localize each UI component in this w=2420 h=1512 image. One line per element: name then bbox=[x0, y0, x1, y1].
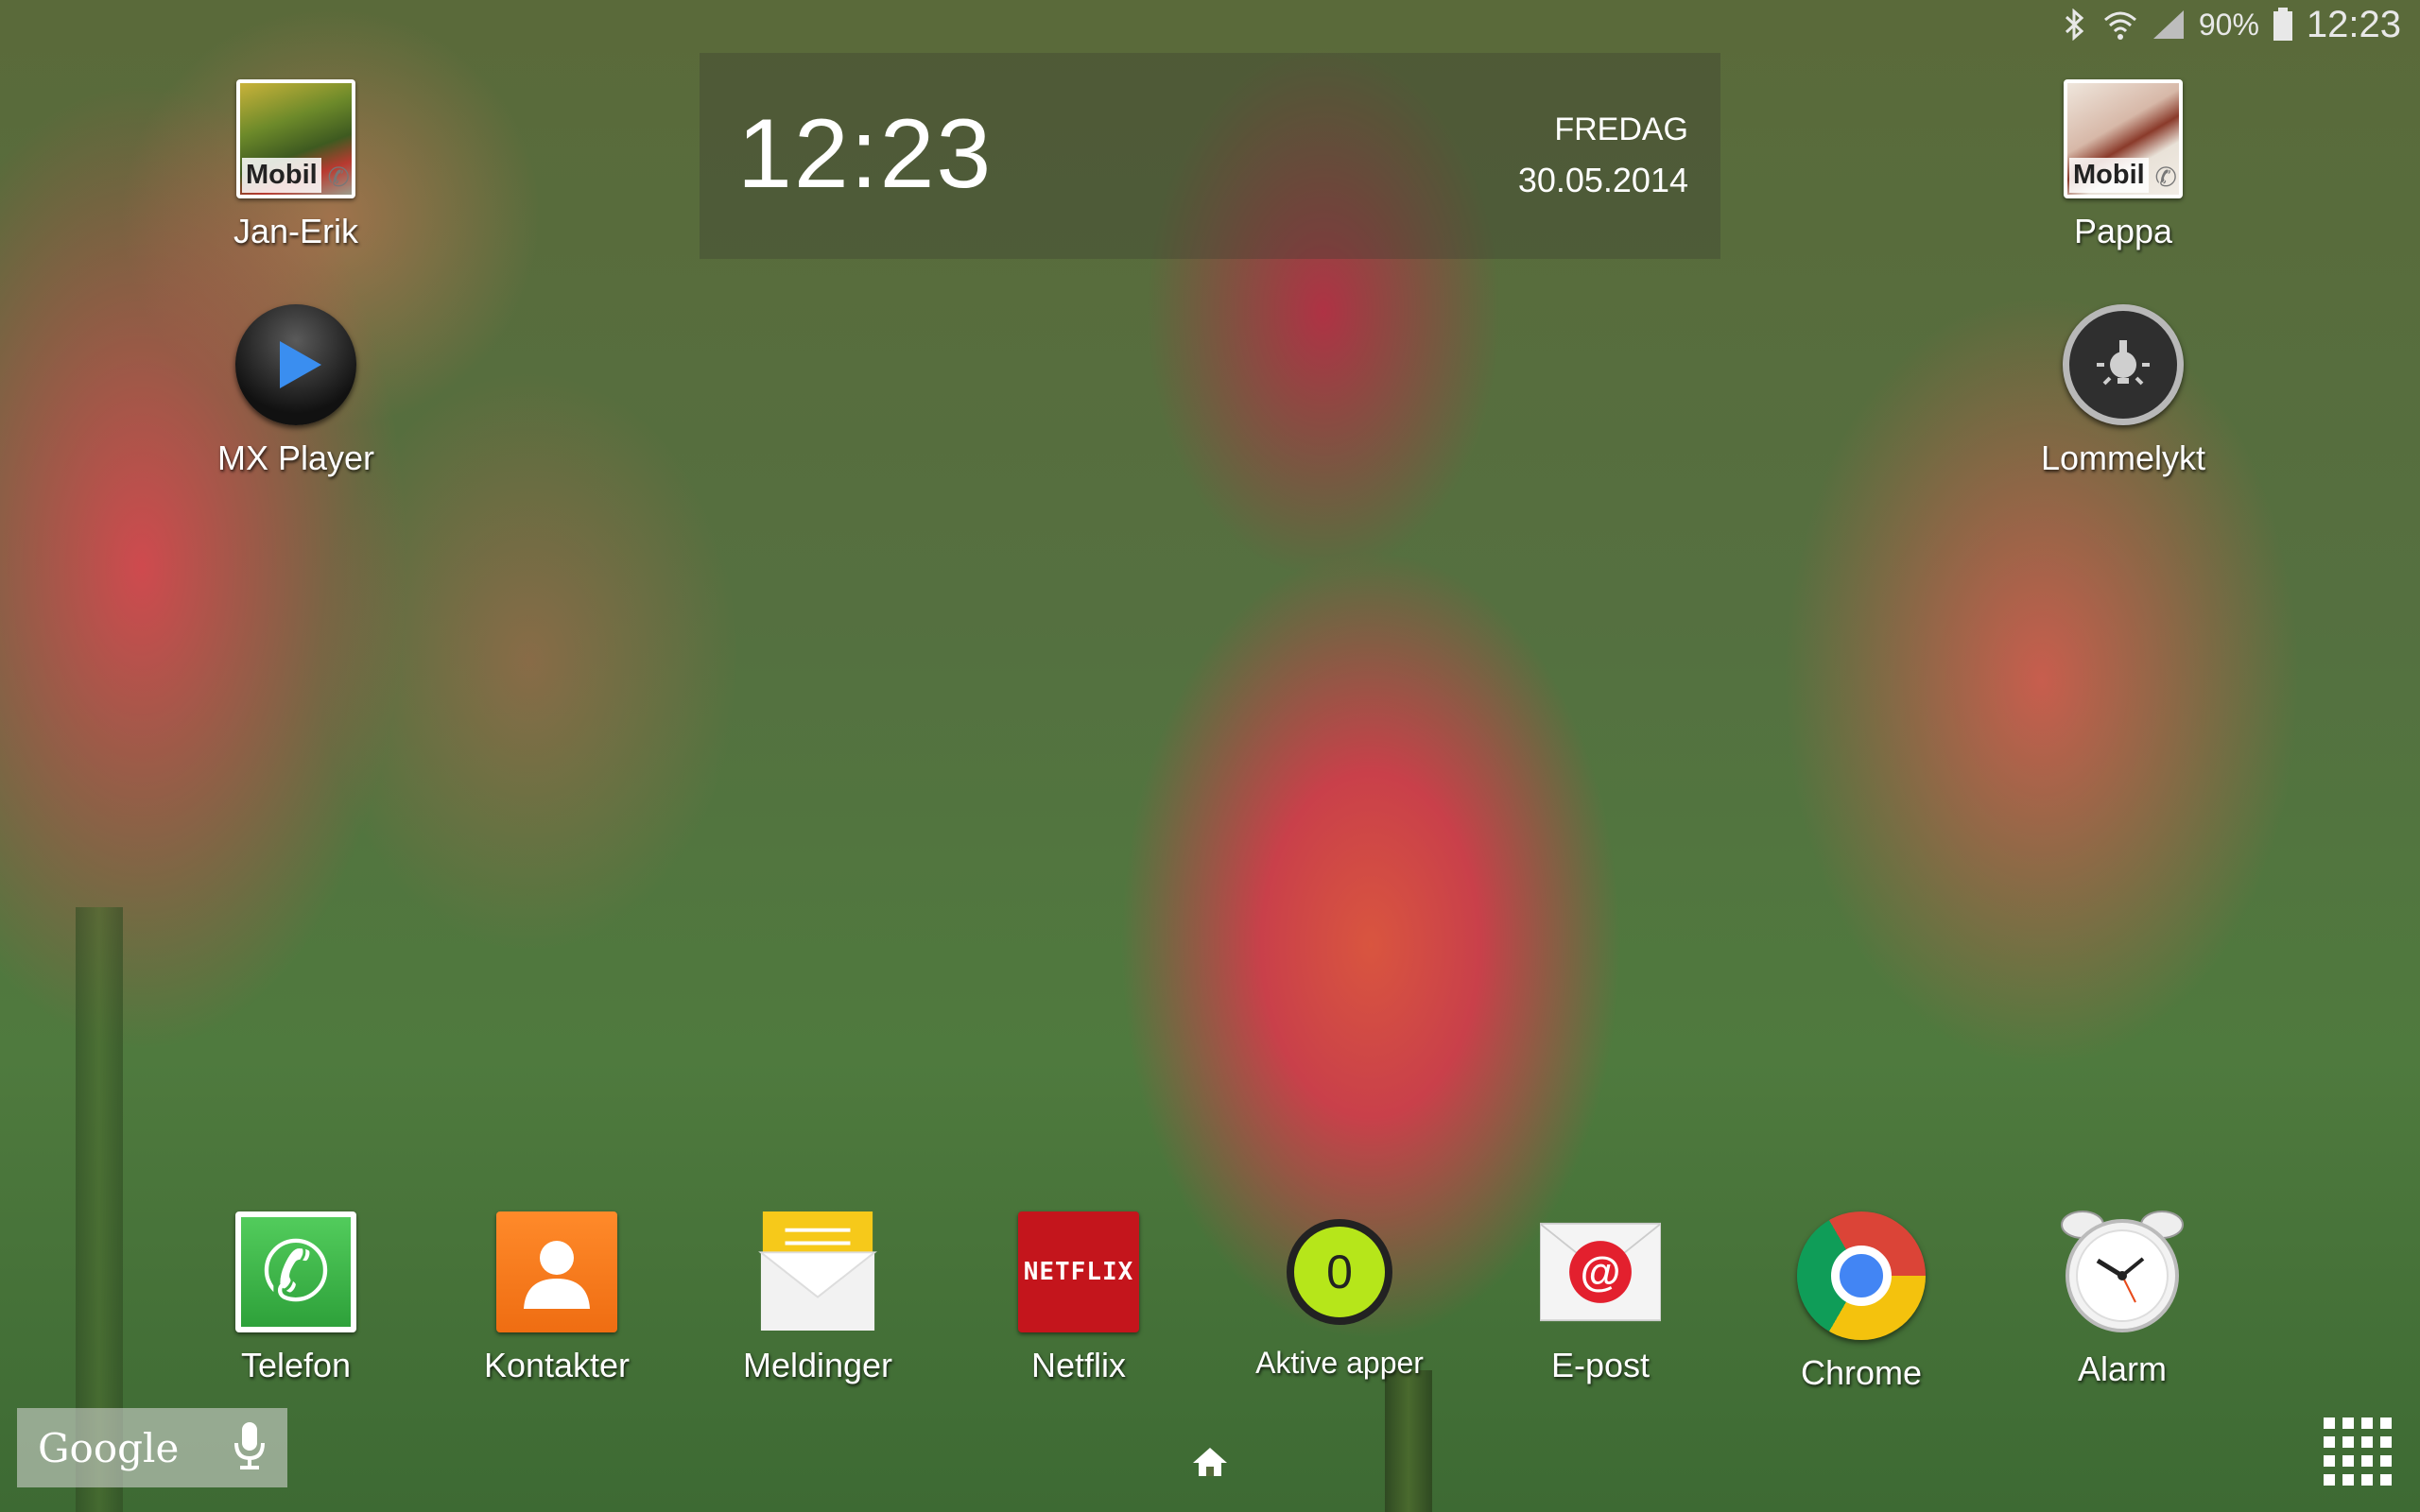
contact-shortcut-pappa[interactable]: Mobil ✆ Pappa bbox=[2029, 79, 2218, 251]
app-label: Netflix bbox=[1030, 1346, 1127, 1384]
app-label: Chrome bbox=[1800, 1353, 1923, 1392]
app-lommelykt[interactable]: Lommelykt bbox=[2029, 304, 2218, 478]
clock-date: 30.05.2014 bbox=[1517, 161, 1688, 199]
app-label: Lommelykt bbox=[2040, 438, 2206, 477]
netflix-logo-text: NETFLIX bbox=[1023, 1258, 1134, 1286]
messages-icon bbox=[757, 1211, 878, 1332]
app-meldinger[interactable]: Meldinger bbox=[723, 1211, 912, 1385]
status-time: 12:23 bbox=[2306, 3, 2401, 45]
clock-widget[interactable]: 12:23 FREDAG 30.05.2014 bbox=[700, 53, 1720, 259]
app-mx-player[interactable]: MX Player bbox=[201, 304, 390, 478]
google-logo: Google bbox=[38, 1424, 180, 1471]
status-bar: 90% 12:23 bbox=[2061, 0, 2420, 49]
battery-percent: 90% bbox=[2198, 7, 2259, 42]
app-netflix[interactable]: NETFLIX Netflix bbox=[984, 1211, 1173, 1385]
app-kontakter[interactable]: Kontakter bbox=[462, 1211, 651, 1385]
apps-grid-icon[interactable] bbox=[2322, 1414, 2397, 1494]
app-label: Meldinger bbox=[742, 1346, 893, 1384]
wifi-icon bbox=[2102, 9, 2138, 41]
bluetooth-icon bbox=[2061, 9, 2089, 41]
contact-photo-tile: Mobil ✆ bbox=[236, 79, 355, 198]
contacts-icon bbox=[496, 1211, 617, 1332]
app-label: E-post bbox=[1550, 1346, 1651, 1384]
battery-icon bbox=[2273, 8, 2293, 42]
mobil-badge: Mobil bbox=[2069, 158, 2149, 193]
active-apps-icon: 0 bbox=[1287, 1219, 1392, 1325]
google-search-bar[interactable]: Google bbox=[17, 1408, 287, 1487]
flashlight-icon bbox=[2063, 304, 2184, 425]
phone-small-icon: ✆ bbox=[2154, 163, 2177, 192]
phone-icon: ✆ bbox=[235, 1211, 356, 1332]
email-icon: @ bbox=[1540, 1211, 1661, 1332]
clock-time: 12:23 bbox=[737, 99, 994, 209]
alarm-icon bbox=[2056, 1204, 2188, 1336]
chrome-icon bbox=[1797, 1211, 1926, 1340]
clock-day: FREDAG bbox=[1554, 112, 1688, 147]
microphone-icon[interactable] bbox=[233, 1420, 267, 1476]
netflix-icon: NETFLIX bbox=[1018, 1211, 1139, 1332]
app-label: Kontakter bbox=[483, 1346, 631, 1384]
phone-small-icon: ✆ bbox=[327, 163, 350, 192]
app-chrome[interactable]: Chrome bbox=[1767, 1211, 1956, 1393]
contact-photo-tile: Mobil ✆ bbox=[2064, 79, 2183, 198]
app-label: Alarm bbox=[2077, 1349, 2167, 1388]
home-icon[interactable] bbox=[1191, 1446, 1229, 1483]
contact-name: Pappa bbox=[2073, 212, 2173, 250]
chrome-center-icon bbox=[1831, 1246, 1892, 1306]
app-label: Telefon bbox=[240, 1346, 352, 1384]
app-label: Aktive apper bbox=[1255, 1346, 1424, 1380]
app-alarm[interactable]: Alarm bbox=[2028, 1204, 2217, 1389]
app-aktive-apper[interactable]: 0 Aktive apper bbox=[1245, 1211, 1434, 1381]
mobil-badge: Mobil bbox=[242, 158, 321, 193]
active-apps-count: 0 bbox=[1326, 1246, 1353, 1298]
svg-text:@: @ bbox=[1581, 1249, 1621, 1296]
contact-name: Jan-Erik bbox=[233, 212, 359, 250]
app-e-post[interactable]: @ E-post bbox=[1506, 1211, 1695, 1385]
contact-shortcut-jan-erik[interactable]: Mobil ✆ Jan-Erik bbox=[201, 79, 390, 251]
mx-player-icon bbox=[235, 304, 356, 425]
signal-icon bbox=[2152, 9, 2186, 41]
app-label: MX Player bbox=[216, 438, 375, 477]
wallpaper-stem bbox=[1385, 1370, 1432, 1512]
app-telefon[interactable]: ✆ Telefon bbox=[201, 1211, 390, 1385]
